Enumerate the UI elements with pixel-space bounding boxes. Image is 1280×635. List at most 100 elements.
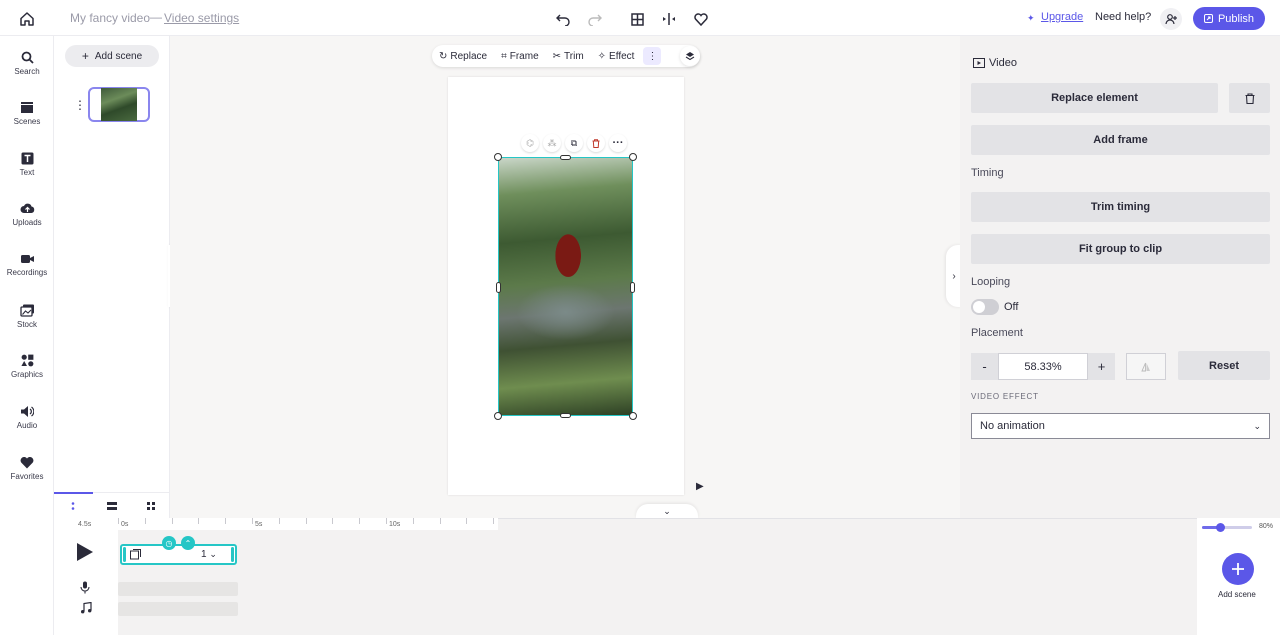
scene-thumbnail-image xyxy=(101,88,137,121)
rows-icon xyxy=(107,501,117,510)
ruler-tick xyxy=(225,518,227,524)
resize-handle-bottom-right[interactable] xyxy=(629,412,637,420)
placement-increase-button[interactable]: + xyxy=(1088,353,1115,380)
add-frame-button[interactable]: Add frame xyxy=(971,125,1270,155)
resize-handle-top-left[interactable] xyxy=(494,153,502,161)
document-title[interactable]: My fancy video xyxy=(70,11,150,25)
delete-element-icon[interactable] xyxy=(587,134,605,152)
undo-icon[interactable] xyxy=(553,9,573,29)
clip-timer-icon[interactable]: ◷ xyxy=(162,536,176,550)
zoom-slider-handle[interactable] xyxy=(1216,523,1225,532)
effect-icon: ✧ xyxy=(597,50,607,62)
voiceover-track[interactable] xyxy=(118,582,238,596)
trim-button[interactable]: ✂ Trim xyxy=(546,51,591,62)
resize-handle-right[interactable] xyxy=(630,282,635,293)
align-icon[interactable] xyxy=(659,9,679,29)
video-icon xyxy=(973,58,985,68)
looping-toggle[interactable] xyxy=(971,299,999,315)
effect-button[interactable]: ✧ Effect xyxy=(591,51,642,62)
music-track[interactable] xyxy=(118,602,238,616)
publish-button[interactable]: Publish xyxy=(1193,7,1265,30)
upload-icon xyxy=(20,203,34,213)
video-settings-link[interactable]: Video settings xyxy=(164,11,239,25)
sidebar-item-recordings[interactable]: Recordings xyxy=(0,253,54,277)
resize-handle-bottom[interactable] xyxy=(560,413,571,418)
sidebar-item-label: Audio xyxy=(16,421,38,430)
panel-heading: Video xyxy=(973,57,1017,69)
clip-trim-handle-right[interactable] xyxy=(231,547,234,562)
add-collaborator-icon[interactable] xyxy=(1160,8,1182,30)
play-button[interactable] xyxy=(76,542,94,565)
ruler-tick xyxy=(412,518,414,524)
zoom-level: 80% xyxy=(1259,523,1274,530)
placement-input[interactable]: 58.33% xyxy=(998,353,1088,380)
more-options-icon[interactable]: ⋮ xyxy=(643,47,662,65)
clip-expand-icon[interactable]: ⌃ xyxy=(181,536,195,550)
delete-button[interactable] xyxy=(1229,83,1270,113)
chevron-down-icon: ⌄ xyxy=(209,549,217,559)
home-icon[interactable] xyxy=(16,8,38,30)
redo-icon[interactable] xyxy=(585,9,605,29)
sidebar-item-text[interactable]: Text xyxy=(0,152,54,177)
layers-icon[interactable] xyxy=(680,46,700,66)
trim-timing-button[interactable]: Trim timing xyxy=(971,192,1270,222)
sidebar-item-label: Text xyxy=(19,168,35,177)
replace-button[interactable]: ↻ Replace xyxy=(432,51,494,62)
more-actions-icon[interactable]: ··· xyxy=(609,134,627,152)
timeline-duration: 4.5s xyxy=(78,521,92,528)
tab-list-view[interactable] xyxy=(54,492,93,518)
graphics-icon xyxy=(20,354,33,367)
publish-label: Publish xyxy=(1217,12,1255,25)
sidebar-item-label: Scenes xyxy=(13,117,41,126)
resize-handle-bottom-left[interactable] xyxy=(494,412,502,420)
frame-icon: ⌗ xyxy=(501,50,507,62)
brand-kit-icon[interactable] xyxy=(691,9,711,29)
sidebar-item-stock[interactable]: Stock xyxy=(0,304,54,329)
layer-up-icon[interactable]: ⌬ xyxy=(521,134,539,152)
resize-handle-left[interactable] xyxy=(496,282,501,293)
sidebar-item-favorites[interactable]: Favorites xyxy=(0,456,54,481)
resize-handle-top-right[interactable] xyxy=(629,153,637,161)
sidebar-item-uploads[interactable]: Uploads xyxy=(0,202,54,227)
sidebar-item-audio[interactable]: Audio xyxy=(0,405,54,430)
element-quick-actions: ⌬ ⁂ ⧉ ··· xyxy=(521,134,633,152)
publish-icon xyxy=(1203,14,1213,23)
placement-decrease-button[interactable]: - xyxy=(971,353,998,380)
fit-group-to-clip-button[interactable]: Fit group to clip xyxy=(971,234,1270,264)
video-effect-value: No animation xyxy=(980,420,1045,432)
need-help-link[interactable]: Need help? xyxy=(1095,11,1151,23)
scene-menu-icon[interactable]: ⋮ xyxy=(74,98,86,112)
play-preview-icon[interactable]: ▶ xyxy=(696,481,704,492)
video-element[interactable] xyxy=(494,153,637,420)
animate-icon[interactable]: ⁂ xyxy=(543,134,561,152)
sidebar-item-search[interactable]: Search xyxy=(0,51,54,76)
tab-grid-view[interactable] xyxy=(131,493,170,518)
add-scene-fab[interactable] xyxy=(1222,553,1254,585)
sidebar-item-scenes[interactable]: Scenes xyxy=(0,101,54,126)
flip-icon[interactable] xyxy=(1126,353,1166,380)
tab-row-view[interactable] xyxy=(93,493,132,518)
clip-trim-handle-left[interactable] xyxy=(123,547,126,562)
add-scene-fab-label: Add scene xyxy=(1218,590,1256,599)
duplicate-icon[interactable]: ⧉ xyxy=(565,134,583,152)
video-effect-select[interactable]: No animation ⌄ xyxy=(971,413,1270,439)
microphone-icon[interactable] xyxy=(80,581,90,597)
music-icon[interactable] xyxy=(80,601,92,617)
scene-thumbnail[interactable] xyxy=(88,87,150,122)
ruler-tick xyxy=(305,518,307,524)
ruler-tick xyxy=(198,518,200,524)
upgrade-link[interactable]: Upgrade xyxy=(1041,11,1083,23)
refresh-icon: ↻ xyxy=(439,50,448,62)
add-scene-button[interactable]: + Add scene xyxy=(65,45,159,67)
sidebar-item-label: Graphics xyxy=(10,370,43,379)
clip-count[interactable]: 1 ⌄ xyxy=(201,549,217,560)
resize-handle-top[interactable] xyxy=(560,155,571,160)
collapse-timeline-icon[interactable]: ⌄ xyxy=(636,504,698,518)
replace-element-button[interactable]: Replace element xyxy=(971,83,1218,113)
grid-icon[interactable] xyxy=(627,9,647,29)
sidebar-item-graphics[interactable]: Graphics xyxy=(0,354,54,379)
reset-button[interactable]: Reset xyxy=(1178,351,1270,380)
scene-clip[interactable] xyxy=(120,544,237,565)
frame-button[interactable]: ⌗ Frame xyxy=(494,51,546,62)
sidebar-item-label: Uploads xyxy=(12,218,42,227)
